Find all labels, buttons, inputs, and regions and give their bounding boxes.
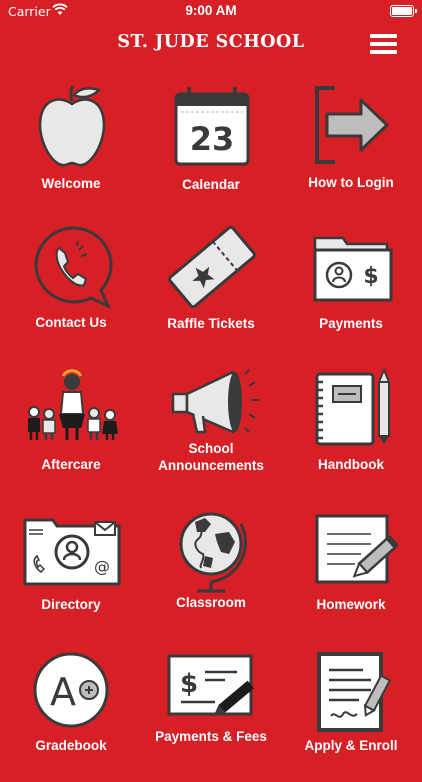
tile-how-to-login[interactable]: How to Login bbox=[281, 82, 421, 222]
calendar-icon: 23 bbox=[174, 87, 250, 166]
tile-label: Directory bbox=[41, 597, 101, 612]
tile-calendar[interactable]: 23 Calendar bbox=[141, 82, 281, 222]
children-icon bbox=[28, 369, 118, 440]
enroll-form-icon bbox=[317, 652, 392, 732]
apple-icon bbox=[38, 85, 106, 167]
tile-label: Welcome bbox=[41, 176, 101, 191]
svg-text:$: $ bbox=[180, 669, 198, 699]
tile-classroom[interactable]: Classroom bbox=[141, 502, 281, 642]
tile-label: Payments bbox=[319, 316, 383, 331]
tile-contact-us[interactable]: Contact Us bbox=[1, 222, 141, 362]
app-title: ST. JUDE SCHOOL bbox=[117, 32, 305, 52]
tile-label: Aftercare bbox=[41, 457, 101, 472]
menu-line bbox=[370, 50, 397, 54]
tile-directory[interactable]: @ Directory bbox=[1, 502, 141, 642]
phone-chat-icon bbox=[34, 226, 113, 310]
menu-line bbox=[370, 42, 397, 46]
tile-label: How to Login bbox=[308, 175, 394, 190]
tile-label: Payments & Fees bbox=[155, 729, 267, 744]
tile-aftercare[interactable]: Aftercare bbox=[1, 362, 141, 502]
directory-icon: @ bbox=[23, 518, 121, 586]
tile-label: School Announcements bbox=[158, 441, 264, 473]
login-arrow-icon bbox=[315, 86, 389, 164]
menu-button[interactable] bbox=[370, 32, 398, 56]
tile-label: Calendar bbox=[182, 177, 240, 192]
globe-icon bbox=[179, 512, 247, 593]
tile-welcome[interactable]: Welcome bbox=[1, 82, 141, 222]
tile-payments[interactable]: $ Payments bbox=[281, 222, 421, 362]
ticket-icon bbox=[168, 225, 256, 309]
menu-line bbox=[370, 34, 397, 38]
tile-school-announcements[interactable]: School Announcements bbox=[141, 362, 281, 502]
tile-raffle-tickets[interactable]: Raffle Tickets bbox=[141, 222, 281, 362]
calendar-day-number: 23 bbox=[190, 120, 235, 158]
handbook-icon bbox=[315, 367, 391, 446]
status-time: 9:00 AM bbox=[185, 3, 237, 18]
tile-payments-fees[interactable]: $ Payments & Fees bbox=[141, 642, 281, 782]
status-bar: Carrier 9:00 AM bbox=[0, 0, 422, 24]
tile-label: Homework bbox=[316, 597, 386, 612]
tile-label: Raffle Tickets bbox=[167, 316, 255, 331]
tile-label: Contact Us bbox=[35, 315, 107, 330]
battery-icon bbox=[390, 5, 417, 17]
tile-handbook[interactable]: Handbook bbox=[281, 362, 421, 502]
tile-label: Apply & Enroll bbox=[304, 738, 398, 753]
tile-gradebook[interactable]: A Gradebook bbox=[1, 642, 141, 782]
svg-text:@: @ bbox=[94, 557, 110, 576]
megaphone-icon bbox=[171, 369, 259, 434]
check-icon: $ bbox=[167, 654, 255, 716]
tile-label: Handbook bbox=[318, 457, 384, 472]
svg-text:A: A bbox=[50, 670, 76, 714]
nav-bar: ST. JUDE SCHOOL bbox=[0, 24, 422, 64]
money-folder-icon: $ bbox=[313, 236, 393, 302]
tile-label: Gradebook bbox=[35, 738, 107, 753]
tile-apply-enroll[interactable]: Apply & Enroll bbox=[281, 642, 421, 782]
tile-label: Classroom bbox=[176, 595, 246, 610]
homework-icon bbox=[315, 514, 399, 584]
svg-text:$: $ bbox=[363, 264, 378, 289]
tile-homework[interactable]: Homework bbox=[281, 502, 421, 642]
grade-icon: A bbox=[33, 652, 109, 728]
